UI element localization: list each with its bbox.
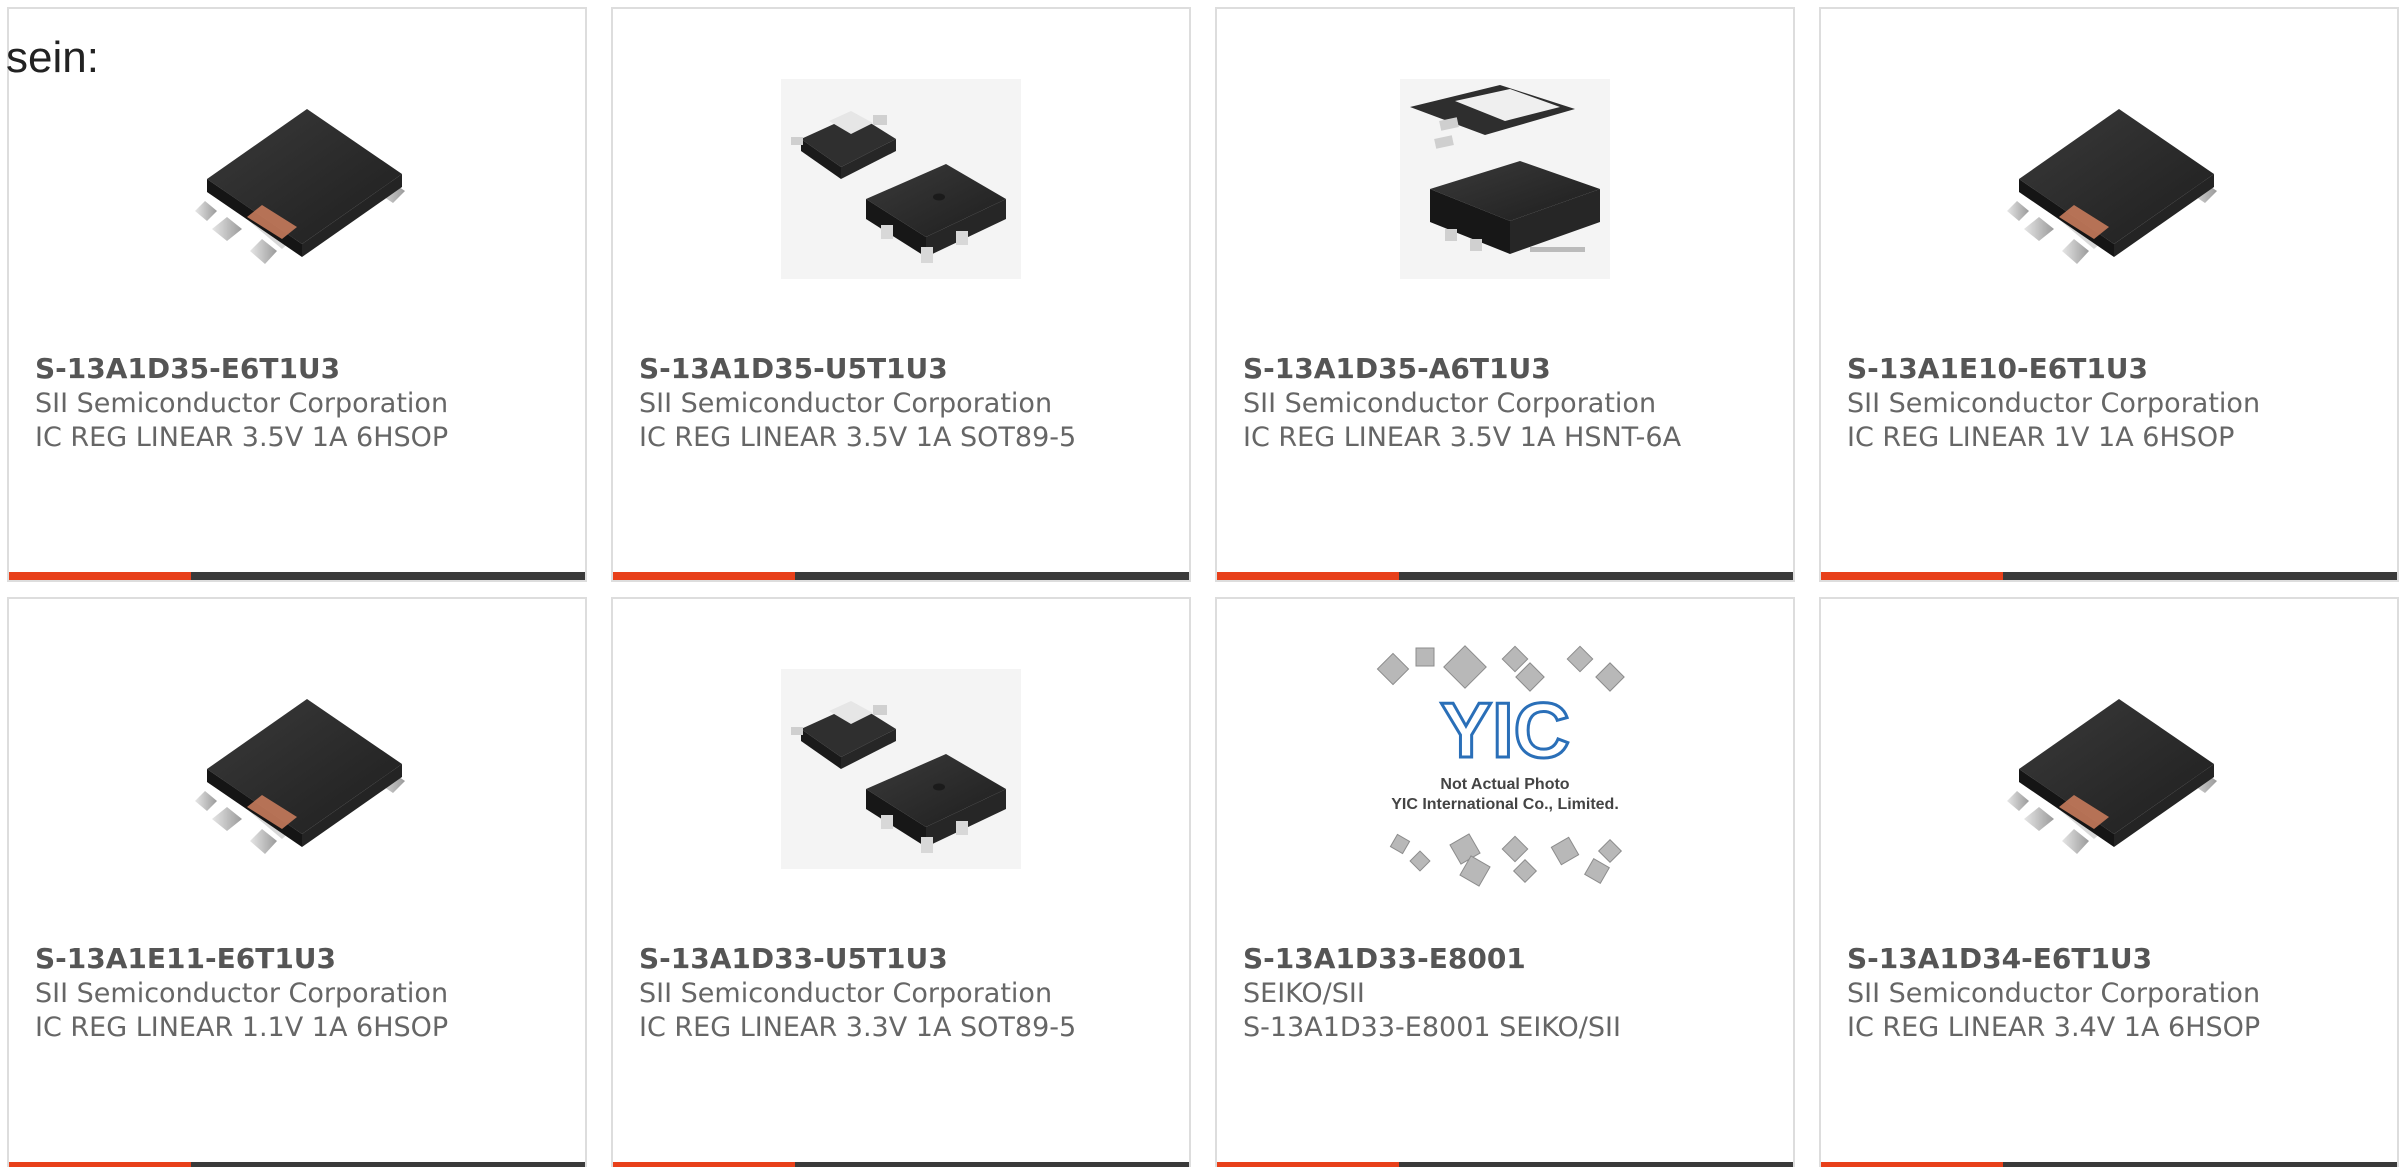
card-footer-accent: [1217, 1162, 1399, 1167]
hsop-package-image: [2007, 109, 2217, 264]
card-footer-bar: [1217, 1162, 1793, 1167]
intro-text: sein:: [6, 33, 99, 82]
product-part-number[interactable]: S-13A1D35-E6T1U3: [35, 351, 565, 387]
product-image[interactable]: [1821, 39, 2397, 319]
product-info: S-13A1D35-E6T1U3 SII Semiconductor Corpo…: [35, 351, 565, 455]
product-card[interactable]: S-13A1D35-U5T1U3 SII Semiconductor Corpo…: [611, 7, 1191, 582]
product-description: IC REG LINEAR 3.5V 1A 6HSOP: [35, 422, 449, 453]
product-description: IC REG LINEAR 1V 1A 6HSOP: [1847, 422, 2235, 453]
product-description: IC REG LINEAR 3.4V 1A 6HSOP: [1847, 1012, 2261, 1043]
card-footer-accent: [9, 1162, 191, 1167]
card-footer-accent: [1217, 572, 1399, 580]
product-image[interactable]: [613, 629, 1189, 909]
product-part-number[interactable]: S-13A1E11-E6T1U3: [35, 941, 565, 977]
card-footer-bar: [1217, 572, 1793, 580]
product-description: IC REG LINEAR 3.5V 1A HSNT-6A: [1243, 422, 1682, 453]
product-info: S-13A1D33-E8001 SEIKO/SII S-13A1D33-E800…: [1243, 941, 1773, 1045]
hsop-package-image: [195, 109, 405, 264]
not-actual-photo-image: YIC Not Actual Photo YIC International C…: [1376, 645, 1625, 887]
yic-logo: YIC: [1438, 685, 1571, 776]
product-info: S-13A1D33-U5T1U3 SII Semiconductor Corpo…: [639, 941, 1169, 1045]
yic-logo-text: YIC: [1440, 686, 1570, 774]
product-manufacturer: SII Semiconductor Corporation: [1847, 388, 2261, 419]
card-footer-bar: [9, 572, 585, 580]
product-manufacturer: SII Semiconductor Corporation: [639, 978, 1053, 1009]
product-card[interactable]: S-13A1E11-E6T1U3 SII Semiconductor Corpo…: [7, 597, 587, 1167]
card-footer-accent: [9, 572, 191, 580]
product-card[interactable]: S-13A1D35-A6T1U3 SII Semiconductor Corpo…: [1215, 7, 1795, 582]
product-part-number[interactable]: S-13A1D35-U5T1U3: [639, 351, 1169, 387]
card-footer-bar: [613, 1162, 1189, 1167]
card-footer-bar: [1821, 1162, 2397, 1167]
product-info: S-13A1D35-U5T1U3 SII Semiconductor Corpo…: [639, 351, 1169, 455]
product-image[interactable]: [9, 629, 585, 909]
product-manufacturer: SEIKO/SII: [1243, 978, 1365, 1009]
product-listing-page: sein: S-13A1D35-E6T1U3 SII Semiconductor…: [0, 0, 2400, 1167]
hsop-package-image: [2007, 699, 2217, 854]
product-info: S-13A1E10-E6T1U3 SII Semiconductor Corpo…: [1847, 351, 2377, 455]
product-image[interactable]: [613, 39, 1189, 319]
product-description: IC REG LINEAR 1.1V 1A 6HSOP: [35, 1012, 449, 1043]
product-manufacturer: SII Semiconductor Corporation: [35, 388, 449, 419]
product-card[interactable]: S-13A1E10-E6T1U3 SII Semiconductor Corpo…: [1819, 7, 2399, 582]
product-info: S-13A1E11-E6T1U3 SII Semiconductor Corpo…: [35, 941, 565, 1045]
hsop-package-image: [195, 699, 405, 854]
product-part-number[interactable]: S-13A1D33-U5T1U3: [639, 941, 1169, 977]
product-manufacturer: SII Semiconductor Corporation: [1847, 978, 2261, 1009]
product-manufacturer: SII Semiconductor Corporation: [639, 388, 1053, 419]
card-footer-accent: [1821, 572, 2003, 580]
product-part-number[interactable]: S-13A1D34-E6T1U3: [1847, 941, 2377, 977]
card-footer-accent: [613, 1162, 795, 1167]
product-part-number[interactable]: S-13A1E10-E6T1U3: [1847, 351, 2377, 387]
card-footer-bar: [1821, 572, 2397, 580]
product-part-number[interactable]: S-13A1D35-A6T1U3: [1243, 351, 1773, 387]
product-info: S-13A1D35-A6T1U3 SII Semiconductor Corpo…: [1243, 351, 1773, 455]
product-info: S-13A1D34-E6T1U3 SII Semiconductor Corpo…: [1847, 941, 2377, 1045]
product-card[interactable]: S-13A1D34-E6T1U3 SII Semiconductor Corpo…: [1819, 597, 2399, 1167]
image-caption-1: Not Actual Photo: [1440, 776, 1569, 793]
product-image[interactable]: [1217, 39, 1793, 319]
product-manufacturer: SII Semiconductor Corporation: [1243, 388, 1657, 419]
product-card[interactable]: S-13A1D35-E6T1U3 SII Semiconductor Corpo…: [7, 7, 587, 582]
product-manufacturer: SII Semiconductor Corporation: [35, 978, 449, 1009]
product-description: S-13A1D33-E8001 SEIKO/SII: [1243, 1012, 1621, 1043]
product-description: IC REG LINEAR 3.3V 1A SOT89-5: [639, 1012, 1077, 1043]
product-grid: S-13A1D35-E6T1U3 SII Semiconductor Corpo…: [7, 7, 2400, 1167]
sot89-package-image: [781, 669, 1021, 869]
card-footer-bar: [9, 1162, 585, 1167]
card-footer-accent: [613, 572, 795, 580]
product-part-number[interactable]: S-13A1D33-E8001: [1243, 941, 1773, 977]
card-footer-bar: [613, 572, 1189, 580]
image-caption-2: YIC International Co., Limited.: [1391, 796, 1619, 813]
sot89-package-image: [781, 79, 1021, 279]
product-card[interactable]: YIC Not Actual Photo YIC International C…: [1215, 597, 1795, 1167]
card-footer-accent: [1821, 1162, 2003, 1167]
product-image[interactable]: YIC Not Actual Photo YIC International C…: [1217, 629, 1793, 909]
product-image[interactable]: [1821, 629, 2397, 909]
product-card[interactable]: S-13A1D33-U5T1U3 SII Semiconductor Corpo…: [611, 597, 1191, 1167]
product-description: IC REG LINEAR 3.5V 1A SOT89-5: [639, 422, 1077, 453]
hsnt-package-image: [1400, 79, 1610, 279]
